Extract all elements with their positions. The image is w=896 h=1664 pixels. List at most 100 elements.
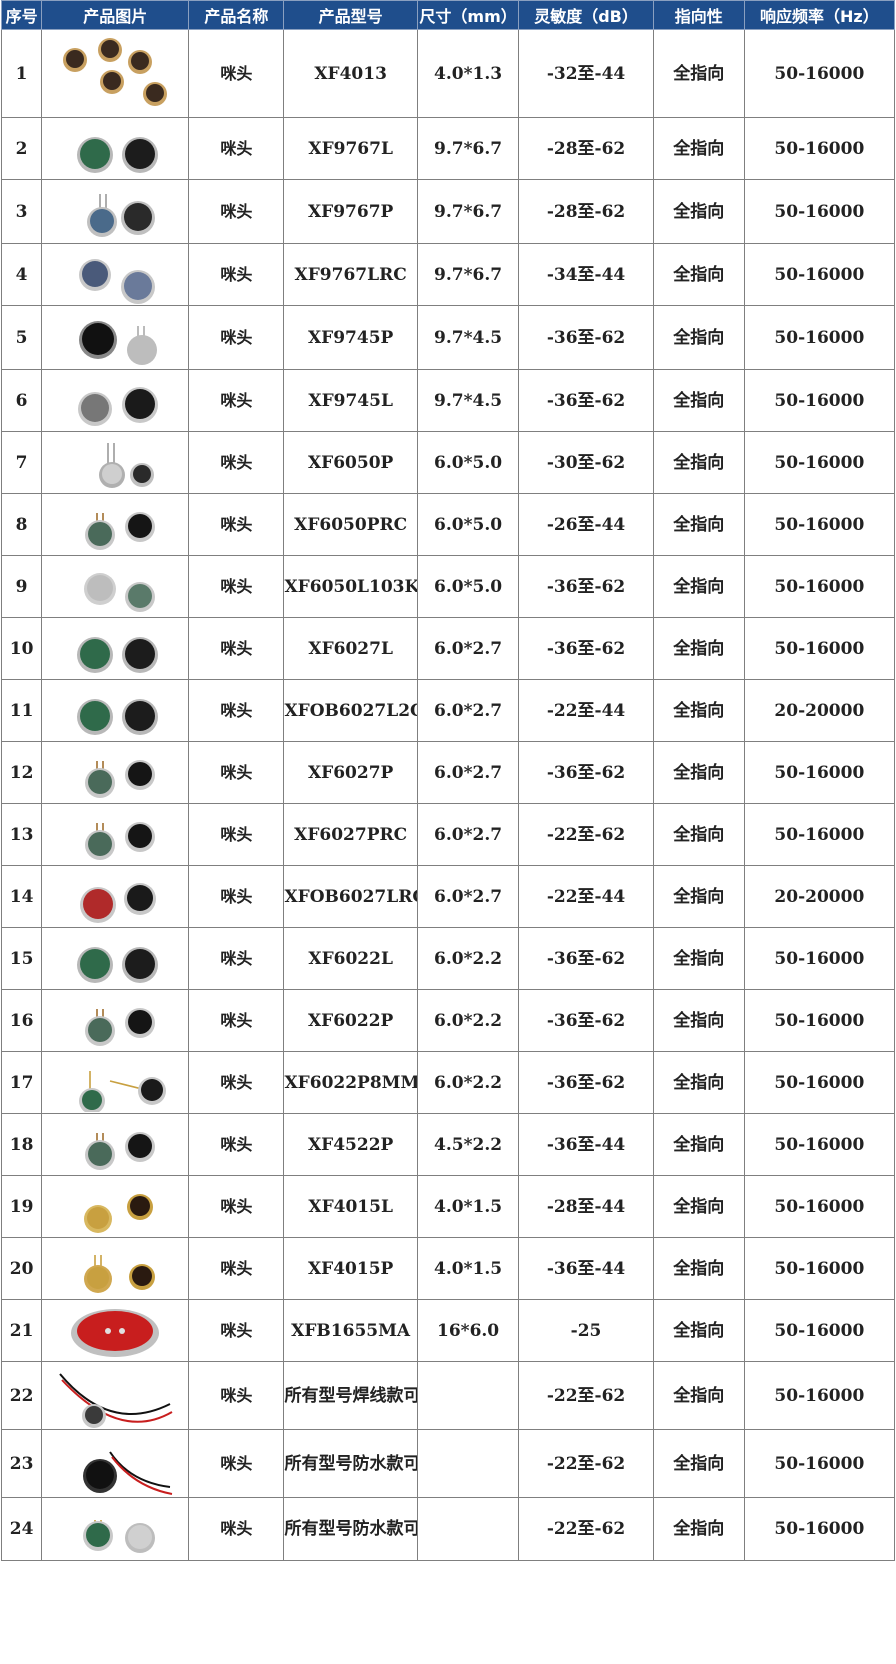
cell-model: XF9767LRC <box>283 243 418 306</box>
cell-frequency: 50-16000 <box>743 927 896 990</box>
cell-sensitivity-text: -36至-62 <box>546 762 626 783</box>
cell-name: 咪头 <box>188 1429 285 1498</box>
header-frequency: 响应频率（Hz） <box>743 0 896 30</box>
cell-name: 咪头 <box>188 1113 285 1176</box>
table-row: 8 咪头 XF6050PRC 6.0*5.0 -26至-44 全指向 50-16000 <box>0 493 896 556</box>
cell-sensitivity: -28至-62 <box>518 179 654 244</box>
cell-size: 9.7*4.5 <box>416 369 520 432</box>
cell-sensitivity-text: -25 <box>570 1320 602 1341</box>
cell-index-text: 4 <box>15 264 28 285</box>
cell-frequency-text: 50-16000 <box>774 514 865 535</box>
cell-frequency: 50-16000 <box>743 29 896 118</box>
cell-model-text: XFOB6027L2C <box>284 700 418 721</box>
cell-image <box>41 803 190 866</box>
product-photo-icon <box>77 946 159 983</box>
cell-directivity-text: 全指向 <box>673 1258 725 1279</box>
product-photo-icon <box>78 386 159 426</box>
cell-model: XF6050PRC <box>283 493 418 556</box>
cell-frequency: 50-16000 <box>743 803 896 866</box>
cell-model: XF9767P <box>283 179 418 244</box>
cell-sensitivity-text: -26至-44 <box>546 514 626 535</box>
cell-directivity-text: 全指向 <box>673 576 725 597</box>
cell-name: 咪头 <box>188 1237 285 1300</box>
cell-name: 咪头 <box>188 305 285 370</box>
cell-index-text: 19 <box>9 1196 34 1217</box>
cell-name: 咪头 <box>188 1497 285 1561</box>
product-photo-icon <box>79 1070 167 1112</box>
cell-frequency: 50-16000 <box>743 243 896 306</box>
cell-name-text: 咪头 <box>220 1134 253 1154</box>
cell-model-text: 所有型号防水款可定制 <box>284 1453 416 1474</box>
cell-sensitivity-text: -28至-44 <box>546 1196 626 1217</box>
header-index: 序号 <box>0 0 43 30</box>
header-image: 产品图片 <box>41 0 190 30</box>
cell-size: 4.5*2.2 <box>416 1113 520 1176</box>
cell-model-text: XF9767LRC <box>294 264 407 285</box>
cell-frequency-text: 50-16000 <box>774 824 865 845</box>
table-row: 1 咪头 XF4013 4.0*1.3 -32至-44 全指向 50-16000 <box>0 29 896 118</box>
cell-size: 6.0*2.2 <box>416 927 520 990</box>
cell-index: 17 <box>0 1051 43 1114</box>
cell-sensitivity: -36至-62 <box>518 369 654 432</box>
cell-sensitivity: -36至-62 <box>518 989 654 1052</box>
table-row: 22 咪头 所有型号焊线款可定制 -22至-62 全指向 50-16000 <box>0 1361 896 1430</box>
cell-directivity: 全指向 <box>652 243 745 306</box>
cell-model: XF9745L <box>283 369 418 432</box>
cell-name: 咪头 <box>188 803 285 866</box>
product-photo-icon <box>85 759 156 798</box>
cell-image <box>41 1299 190 1362</box>
cell-image <box>41 679 190 742</box>
cell-index-text: 6 <box>15 390 28 411</box>
cell-model: XF4013 <box>283 29 418 118</box>
cell-index: 3 <box>0 179 43 244</box>
cell-model: XF6022P <box>283 989 418 1052</box>
cell-directivity: 全指向 <box>652 179 745 244</box>
cell-frequency: 50-16000 <box>743 1051 896 1114</box>
cell-name-text: 咪头 <box>220 264 253 284</box>
table-row: 24 咪头 所有型号防水款可定制 -22至-62 全指向 50-16000 <box>0 1497 896 1561</box>
cell-directivity-text: 全指向 <box>673 824 725 845</box>
cell-size-text: 9.7*4.5 <box>434 327 503 348</box>
cell-index-text: 22 <box>9 1385 34 1406</box>
cell-directivity-text: 全指向 <box>673 1453 725 1474</box>
cell-directivity: 全指向 <box>652 1429 745 1498</box>
cell-image <box>41 1497 190 1561</box>
cell-model: XF6022P8MM <box>283 1051 418 1114</box>
product-photo-icon <box>59 1372 173 1428</box>
cell-size-text: 9.7*6.7 <box>434 138 503 159</box>
cell-sensitivity: -28至-44 <box>518 1175 654 1238</box>
cell-index: 15 <box>0 927 43 990</box>
cell-size-text: 6.0*5.0 <box>434 514 503 535</box>
cell-frequency-text: 50-16000 <box>774 201 865 222</box>
table-row: 6 咪头 XF9745L 9.7*4.5 -36至-62 全指向 50-16000 <box>0 369 896 432</box>
header-name: 产品名称 <box>188 0 285 30</box>
cell-image <box>41 243 190 306</box>
cell-size: 4.0*1.5 <box>416 1237 520 1300</box>
cell-directivity-text: 全指向 <box>673 390 725 411</box>
cell-directivity-text: 全指向 <box>673 1010 725 1031</box>
cell-sensitivity-text: -36至-44 <box>546 1258 626 1279</box>
cell-model: 所有型号防水款可定制 <box>283 1497 418 1561</box>
cell-index: 18 <box>0 1113 43 1176</box>
cell-sensitivity-text: -32至-44 <box>546 63 626 84</box>
cell-size: 9.7*4.5 <box>416 305 520 370</box>
cell-size <box>416 1361 520 1430</box>
cell-directivity-text: 全指向 <box>673 700 725 721</box>
cell-frequency-text: 50-16000 <box>774 1196 865 1217</box>
cell-model: XF9767L <box>283 117 418 180</box>
cell-index: 4 <box>0 243 43 306</box>
cell-name-text: 咪头 <box>220 201 253 221</box>
cell-frequency: 50-16000 <box>743 617 896 680</box>
cell-image <box>41 369 190 432</box>
cell-frequency-text: 50-16000 <box>774 1134 865 1155</box>
cell-directivity: 全指向 <box>652 1299 745 1362</box>
cell-image <box>41 493 190 556</box>
cell-model: XF6022L <box>283 927 418 990</box>
cell-size: 16*6.0 <box>416 1299 520 1362</box>
table-row: 21 咪头 XFB1655MA 16*6.0 -25 全指向 50-16000 <box>0 1299 896 1362</box>
cell-image <box>41 1429 190 1498</box>
cell-name-text: 咪头 <box>220 700 253 720</box>
cell-size: 6.0*2.7 <box>416 741 520 804</box>
cell-frequency: 20-20000 <box>743 865 896 928</box>
header-size: 尺寸（mm） <box>416 0 520 30</box>
